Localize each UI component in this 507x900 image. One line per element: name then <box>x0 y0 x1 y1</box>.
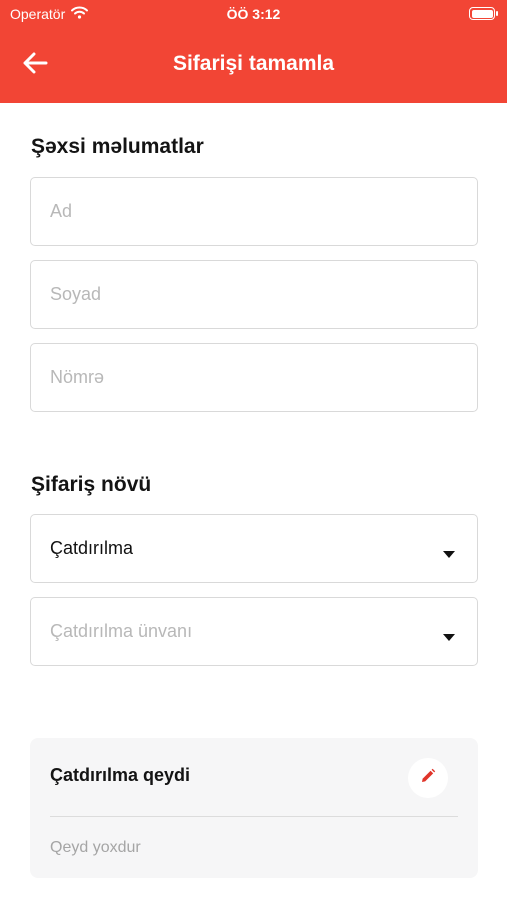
personal-info-heading: Şəxsi məlumatlar <box>31 135 204 158</box>
order-type-heading: Şifariş növü <box>31 473 152 496</box>
status-time: ÖÖ 3:12 <box>226 6 281 22</box>
phone-input[interactable] <box>50 344 450 410</box>
delivery-note-card: Çatdırılma qeydi Qeyd yoxdur <box>30 738 478 878</box>
delivery-note-title: Çatdırılma qeydi <box>50 765 191 785</box>
first-name-field[interactable] <box>30 177 478 246</box>
order-type-value: Çatdırılma <box>50 538 134 558</box>
delivery-address-select[interactable]: Çatdırılma ünvanı <box>30 597 478 666</box>
page-title: Sifarişi tamamla <box>172 52 335 75</box>
nav-bar: Sifarişi tamamla <box>0 40 507 90</box>
delivery-address-placeholder: Çatdırılma ünvanı <box>50 621 193 641</box>
edit-note-button[interactable] <box>408 758 448 798</box>
caret-down-icon <box>443 628 455 646</box>
first-name-input[interactable] <box>50 178 450 244</box>
app-header: Operatör ÖÖ 3:12 Sifarişi tamamla <box>0 0 507 103</box>
status-bar: Operatör ÖÖ 3:12 <box>0 0 507 30</box>
last-name-field[interactable] <box>30 260 478 329</box>
phone-field[interactable] <box>30 343 478 412</box>
delivery-note-empty-text: Qeyd yoxdur <box>50 839 141 856</box>
last-name-input[interactable] <box>50 261 450 327</box>
caret-down-icon <box>443 545 455 563</box>
note-divider <box>50 816 458 817</box>
battery-icon <box>469 7 498 20</box>
pencil-icon <box>420 768 436 789</box>
order-type-select[interactable]: Çatdırılma <box>30 514 478 583</box>
